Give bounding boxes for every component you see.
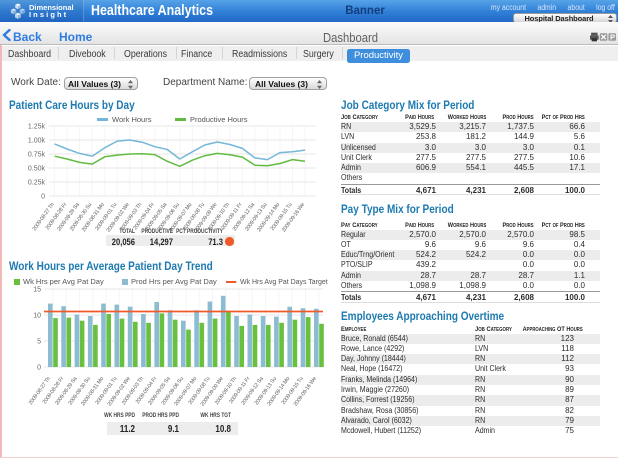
svg-text:0: 0 xyxy=(41,194,45,201)
svg-text:1.00k: 1.00k xyxy=(28,138,46,145)
svg-text:0: 0 xyxy=(37,365,41,372)
svg-text:1.25k: 1.25k xyxy=(28,124,46,131)
svg-text:10: 10 xyxy=(33,313,41,320)
svg-text:0.25k: 0.25k xyxy=(28,180,46,187)
svg-text:0.75k: 0.75k xyxy=(28,152,46,159)
svg-text:15: 15 xyxy=(33,287,41,294)
svg-text:0.50k: 0.50k xyxy=(28,166,46,173)
svg-text:5: 5 xyxy=(37,339,41,346)
